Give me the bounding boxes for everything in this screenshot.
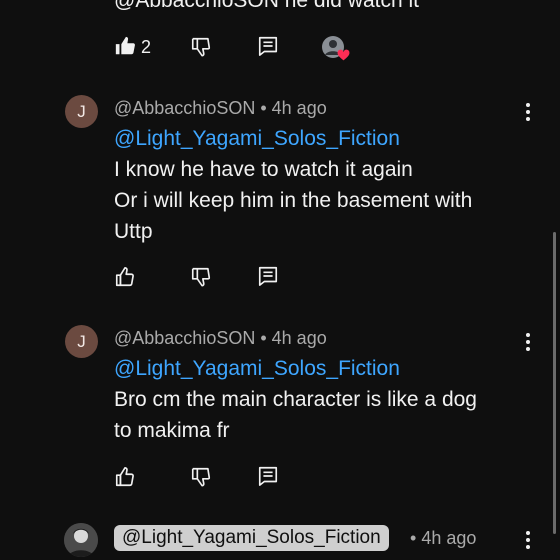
- separator: •: [260, 328, 267, 348]
- thumbs-down-icon: [191, 467, 211, 487]
- more-vertical-icon: [526, 103, 530, 121]
- user-avatar-icon: [64, 523, 98, 557]
- comment-text-line: Uttp: [114, 220, 153, 243]
- comment-time[interactable]: 4h ago: [272, 328, 327, 348]
- separator: •: [260, 98, 267, 118]
- avatar-letter: J: [77, 101, 86, 121]
- more-options-button[interactable]: [516, 100, 540, 124]
- reply-icon: [258, 466, 278, 486]
- mention-link[interactable]: @Light_Yagami_Solos_Fiction: [114, 353, 400, 384]
- mention-link[interactable]: @Light_Yagami_Solos_Fiction: [114, 123, 400, 154]
- comment-meta: @AbbacchioSON • 4h ago: [114, 328, 327, 349]
- more-vertical-icon: [526, 333, 530, 351]
- comment-author[interactable]: @AbbacchioSON: [114, 98, 255, 118]
- comment-text-line: I know he have to watch it again: [114, 158, 413, 181]
- reply-button[interactable]: [257, 265, 279, 287]
- more-options-button[interactable]: [516, 528, 540, 552]
- dislike-button[interactable]: [190, 466, 212, 488]
- thumbs-up-filled-icon: [115, 36, 135, 55]
- more-vertical-icon: [526, 531, 530, 549]
- comment-text-line: Or i will keep him in the basement with: [114, 189, 473, 212]
- like-button[interactable]: [114, 35, 136, 57]
- more-options-button[interactable]: [516, 330, 540, 354]
- comment-text-line: to makima fr: [114, 419, 230, 442]
- comment-author[interactable]: @AbbacchioSON: [114, 328, 255, 348]
- creator-heart: [322, 36, 350, 62]
- thumbs-up-icon: [115, 467, 134, 487]
- reply-button[interactable]: [257, 465, 279, 487]
- comment-text-line: Bro cm the main character is like a dog: [114, 388, 477, 411]
- thumbs-up-icon: [115, 267, 134, 287]
- top-comment-text: @AbbacchioSON he did watch it: [114, 0, 419, 12]
- comment-time[interactable]: 4h ago: [272, 98, 327, 118]
- comment-meta: @AbbacchioSON • 4h ago: [114, 98, 327, 119]
- comment-meta: • 4h ago: [410, 528, 476, 549]
- separator: •: [410, 528, 417, 548]
- reply-icon: [258, 266, 278, 286]
- like-count: 2: [141, 37, 152, 57]
- creator-heart-icon: [337, 49, 350, 61]
- thumbs-down-icon: [191, 267, 211, 287]
- like-button[interactable]: [114, 466, 136, 488]
- thumbs-down-icon: [191, 37, 211, 57]
- dislike-button[interactable]: [190, 266, 212, 288]
- reply-button[interactable]: [257, 35, 279, 57]
- scrollbar-thumb[interactable]: [553, 232, 556, 534]
- avatar[interactable]: [64, 523, 98, 557]
- like-button[interactable]: [114, 266, 136, 288]
- avatar-letter: J: [77, 331, 86, 351]
- reply-icon: [258, 36, 278, 56]
- highlighted-author-chip[interactable]: @Light_Yagami_Solos_Fiction: [114, 525, 389, 551]
- dislike-button[interactable]: [190, 36, 212, 58]
- comment-time[interactable]: 4h ago: [421, 528, 476, 548]
- avatar[interactable]: J: [65, 325, 98, 358]
- avatar[interactable]: J: [65, 95, 98, 128]
